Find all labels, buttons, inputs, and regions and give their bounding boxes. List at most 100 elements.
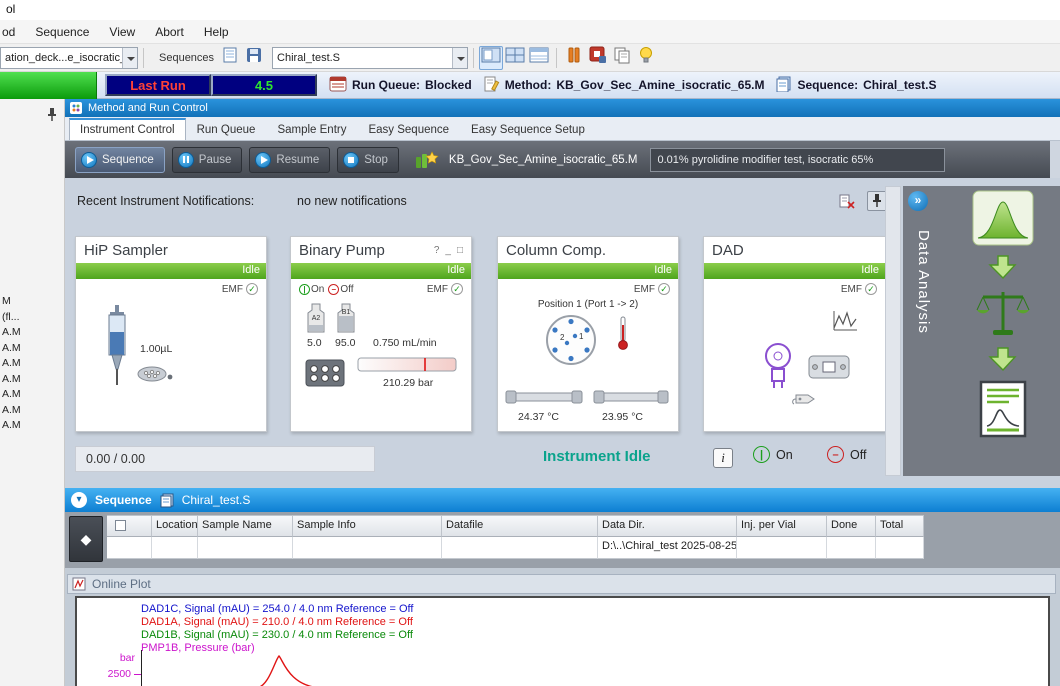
cell-done[interactable] [827,537,876,559]
tab-run-queue[interactable]: Run Queue [186,119,267,140]
cell-inj-per-vial[interactable] [737,537,827,559]
sequence-file-name: Chiral_test.S [182,493,251,507]
sequence-table-header: Location Sample Name Sample Info Datafil… [107,515,924,537]
window-title: ol [6,2,15,16]
scales-icon[interactable] [975,288,1031,343]
method-status: Method: KB_Gov_Sec_Amine_isocratic_65.M [484,76,765,95]
run-queue-value: Blocked [425,78,472,92]
chevron-down-icon[interactable] [452,48,467,68]
menu-item-abort[interactable]: Abort [145,22,194,42]
cell-location[interactable] [152,537,198,559]
dismiss-notifications-button[interactable] [837,191,857,211]
tree-item[interactable]: (fl... [0,310,65,326]
cell-total[interactable] [876,537,924,559]
emf-check-icon: ✓ [658,283,670,295]
layout-single-view-button[interactable] [479,46,503,70]
cell-data-dir[interactable]: D:\..\Chiral_test 2025-08-25 [598,537,737,559]
pump-on-icon[interactable]: | [299,284,310,295]
pump-off-label[interactable]: Off [340,284,353,295]
sequence-select[interactable]: Chiral_test.S [272,47,468,69]
stop-run-button[interactable] [586,46,610,70]
abort-run-button[interactable] [562,46,586,70]
menu-item-method[interactable]: od [0,22,25,42]
tab-easy-sequence[interactable]: Easy Sequence [357,119,460,140]
expand-panel-button[interactable]: » [908,191,928,211]
menu-item-help[interactable]: Help [194,22,239,42]
cell-select[interactable] [107,537,152,559]
menu-item-view[interactable]: View [99,22,145,42]
pin-notifications-button[interactable] [867,191,887,211]
injection-volume: 1.00µL [140,343,172,355]
valve-icon[interactable]: 12 [544,313,598,370]
tab-instrument-control[interactable]: Instrument Control [69,118,186,140]
vertical-scrollbar[interactable] [885,186,901,476]
report-icon[interactable] [979,380,1027,443]
tree-item[interactable]: A.M [0,356,65,372]
stop-run-icon [589,46,607,69]
col-inj-per-vial[interactable]: Inj. per Vial [737,515,827,537]
tile-column-comp: Column Comp. Idle EMF✓ Position 1 (Port … [497,236,679,432]
tips-button[interactable] [634,46,658,70]
method-select[interactable]: ation_deck...e_isocratic_65.M [0,47,138,69]
row-selector-button[interactable]: ◆ [69,516,103,562]
cell-datafile[interactable] [442,537,598,559]
tree-item[interactable]: M [0,294,65,310]
ready-progress-indicator [0,72,97,99]
save-sequence-button[interactable] [242,46,266,70]
tree-item[interactable]: A.M [0,372,65,388]
col-total[interactable]: Total [876,515,924,537]
start-sequence-button[interactable]: Sequence [75,147,165,173]
pump-maximize-icon[interactable]: □ [457,245,463,256]
method-comment-field[interactable] [650,148,945,172]
instrument-off-control[interactable]: – Off [827,446,866,463]
emf-check-icon: ✓ [865,283,877,295]
new-sequence-button[interactable] [218,46,242,70]
instrument-on-control[interactable]: | On [753,446,793,463]
tree-item[interactable]: A.M [0,387,65,403]
col-sample-info[interactable]: Sample Info [293,515,442,537]
layout-table-icon [529,47,549,68]
pump-minimize-icon[interactable]: _ [445,245,451,256]
collapse-sequence-button[interactable]: ▾ [71,492,87,508]
tab-easy-sequence-setup[interactable]: Easy Sequence Setup [460,119,596,140]
tile-title: HiP Sampler [84,242,168,259]
cell-sample-info[interactable] [293,537,442,559]
chevron-down-icon[interactable] [122,48,137,68]
col-data-dir[interactable]: Data Dir. [598,515,737,537]
col-done[interactable]: Done [827,515,876,537]
flow-cell-icon [808,353,850,384]
menu-item-sequence[interactable]: Sequence [25,22,99,42]
copy-button[interactable] [610,46,634,70]
col-datafile[interactable]: Datafile [442,515,598,537]
info-button[interactable]: i [713,448,733,468]
col-location[interactable]: Location [152,515,198,537]
select-all-checkbox[interactable] [115,520,126,531]
y-axis-line [141,650,142,686]
tab-sample-entry[interactable]: Sample Entry [266,119,357,140]
chromatogram-peak-icon[interactable] [972,190,1034,251]
tag-icon [790,391,816,410]
run-control-toolbar: Sequence Pause Resume Stop KB_Gov_Sec [65,141,1060,178]
pump-on-label[interactable]: On [311,284,324,295]
online-plot-canvas[interactable]: DAD1C, Signal (mAU) = 254.0 / 4.0 nm Ref… [75,596,1050,686]
layout-table-view-button[interactable] [527,46,551,70]
tree-item[interactable]: A.M [0,325,65,341]
tree-item[interactable]: A.M [0,341,65,357]
layout-single-icon [481,47,501,68]
cell-sample-name[interactable] [198,537,293,559]
panel-title-bar: Method and Run Control [65,99,1060,117]
pump-off-icon[interactable]: – [328,284,339,295]
emf-check-icon: ✓ [451,283,463,295]
col-sample-name[interactable]: Sample Name [198,515,293,537]
layout-split-view-button[interactable] [503,46,527,70]
pump-help-icon[interactable]: ? [434,245,440,256]
method-value: KB_Gov_Sec_Amine_isocratic_65.M [556,78,764,92]
resume-button[interactable]: Resume [249,147,330,173]
off-label: Off [850,448,866,462]
stop-button[interactable]: Stop [337,147,399,173]
tree-item[interactable]: A.M [0,403,65,419]
pin-icon[interactable] [46,107,58,128]
tree-item[interactable]: A.M [0,418,65,434]
pause-button[interactable]: Pause [172,147,243,173]
navigation-sidebar: M (fl... A.M A.M A.M A.M A.M A.M A.M [0,99,65,686]
